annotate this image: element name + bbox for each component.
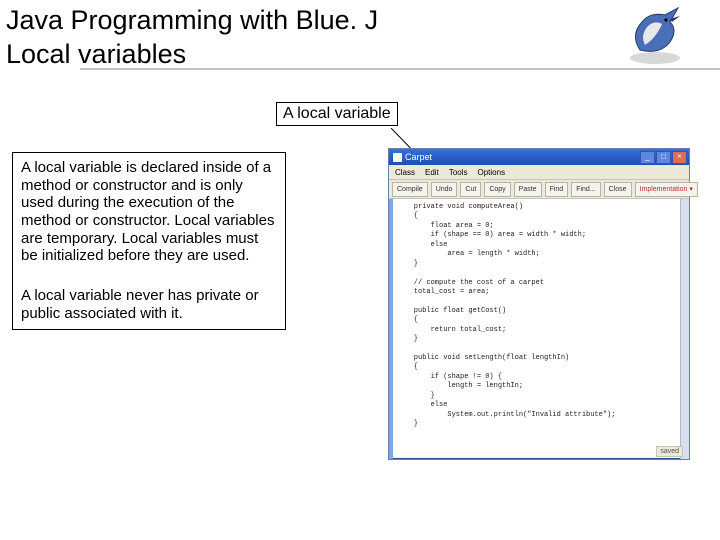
menu-options[interactable]: Options [478,168,506,177]
window-title: Carpet [391,152,432,162]
callout-label: A local variable [283,105,391,122]
close-toolbar-button[interactable]: Close [604,182,632,197]
explanation-p2: A local variable never has private or pu… [21,287,277,322]
toolbar: Compile Undo Cut Copy Paste Find Find...… [389,180,689,199]
minimize-button[interactable]: _ [640,151,655,164]
explanation-p1: A local variable is declared inside of a… [21,159,277,265]
menu-edit[interactable]: Edit [425,168,439,177]
findnext-button[interactable]: Find... [571,182,600,197]
menu-class[interactable]: Class [395,168,415,177]
undo-button[interactable]: Undo [431,182,458,197]
find-button[interactable]: Find [545,182,569,197]
scrollbar-vertical[interactable] [680,199,689,459]
title-line-2: Local variables [6,39,186,69]
header-divider [80,68,720,70]
editor-window: Carpet _ □ × Class Edit Tools Options Co… [388,148,690,460]
window-titlebar[interactable]: Carpet _ □ × [389,149,689,165]
maximize-button[interactable]: □ [656,151,671,164]
copy-button[interactable]: Copy [484,182,510,197]
compile-button[interactable]: Compile [392,182,428,197]
explanation-box: A local variable is declared inside of a… [12,152,286,330]
cut-button[interactable]: Cut [460,182,481,197]
menu-tools[interactable]: Tools [449,168,468,177]
editor-body: private void computeArea() { float area … [389,199,689,459]
menu-bar: Class Edit Tools Options [389,165,689,180]
paste-button[interactable]: Paste [514,182,542,197]
code-area[interactable]: private void computeArea() { float area … [397,203,679,430]
line-gutter [389,199,393,459]
bluejay-icon [620,0,690,70]
slide-title: Java Programming with Blue. J Local vari… [6,4,486,72]
mode-selector[interactable]: Implementation ▾ [635,182,698,197]
close-button[interactable]: × [672,151,687,164]
app-icon [393,153,402,162]
title-line-1: Java Programming with Blue. J [6,5,378,35]
callout-box: A local variable [276,102,398,126]
status-label: saved [656,446,683,457]
